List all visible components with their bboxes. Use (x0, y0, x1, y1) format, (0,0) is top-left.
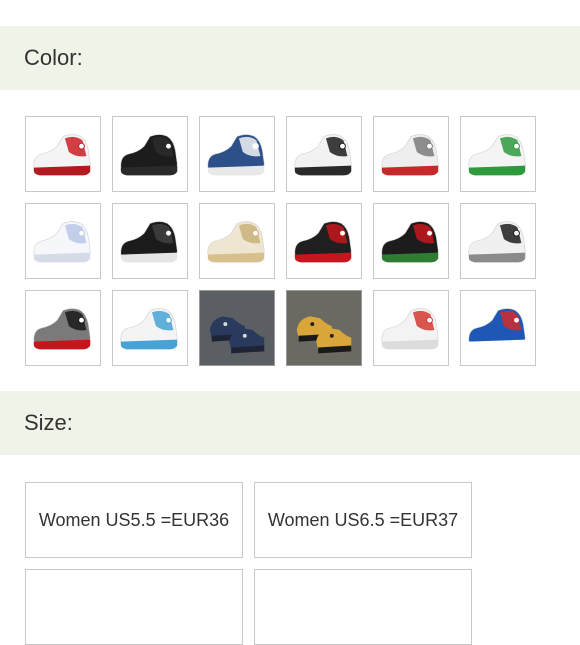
color-swatch[interactable] (373, 290, 449, 366)
sneaker-black-red-icon (294, 221, 352, 263)
color-swatch[interactable] (112, 203, 188, 279)
color-section-header: Color: (0, 26, 580, 90)
sneaker-black-white-icon (120, 221, 178, 263)
sneaker-white-grey-red-icon (381, 134, 439, 176)
color-swatch[interactable] (460, 203, 536, 279)
sneaker-white-blue-icon (33, 221, 91, 263)
color-swatch[interactable] (460, 290, 536, 366)
color-swatch[interactable] (286, 116, 362, 192)
sneaker-blue-red-star-icon (468, 308, 526, 350)
color-swatch[interactable] (286, 290, 362, 366)
sneaker-white-black-grey-icon (468, 221, 526, 263)
sneaker-white-lightblue-icon (120, 308, 178, 350)
color-label: Color: (24, 45, 83, 70)
sneaker-white-grey-red-2-icon (381, 308, 439, 350)
size-option-button[interactable]: Women US6.5 =EUR37 (254, 482, 472, 558)
sneaker-cream-gold-icon (207, 221, 265, 263)
color-swatch[interactable] (25, 116, 101, 192)
size-option-button[interactable] (254, 569, 472, 645)
sneaker-white-black-icon (294, 134, 352, 176)
color-swatch[interactable] (373, 203, 449, 279)
color-swatch-grid (25, 116, 536, 366)
sneaker-white-red-icon (33, 134, 91, 176)
color-swatch[interactable] (460, 116, 536, 192)
color-swatch[interactable] (199, 290, 275, 366)
sneaker-black-icon (120, 134, 178, 176)
sneaker-navy-white-icon (207, 134, 265, 176)
color-swatch[interactable] (199, 203, 275, 279)
color-swatch[interactable] (199, 116, 275, 192)
size-option-button[interactable]: Women US5.5 =EUR36 (25, 482, 243, 558)
sneaker-white-green-icon (468, 134, 526, 176)
color-swatch[interactable] (25, 290, 101, 366)
size-option-button[interactable] (25, 569, 243, 645)
color-swatch[interactable] (112, 116, 188, 192)
size-option-grid: Women US5.5 =EUR36 Women US6.5 =EUR37 (25, 482, 472, 645)
size-label: Size: (24, 410, 73, 435)
sneaker-yellow-pair-photo-icon (296, 316, 352, 354)
color-swatch[interactable] (373, 116, 449, 192)
size-section-header: Size: (0, 391, 580, 455)
sneaker-black-red-green-icon (381, 221, 439, 263)
sneaker-navy-pair-photo-icon (209, 316, 265, 354)
color-swatch[interactable] (286, 203, 362, 279)
sneaker-grey-black-red-icon (33, 308, 91, 350)
color-swatch[interactable] (25, 203, 101, 279)
color-swatch[interactable] (112, 290, 188, 366)
